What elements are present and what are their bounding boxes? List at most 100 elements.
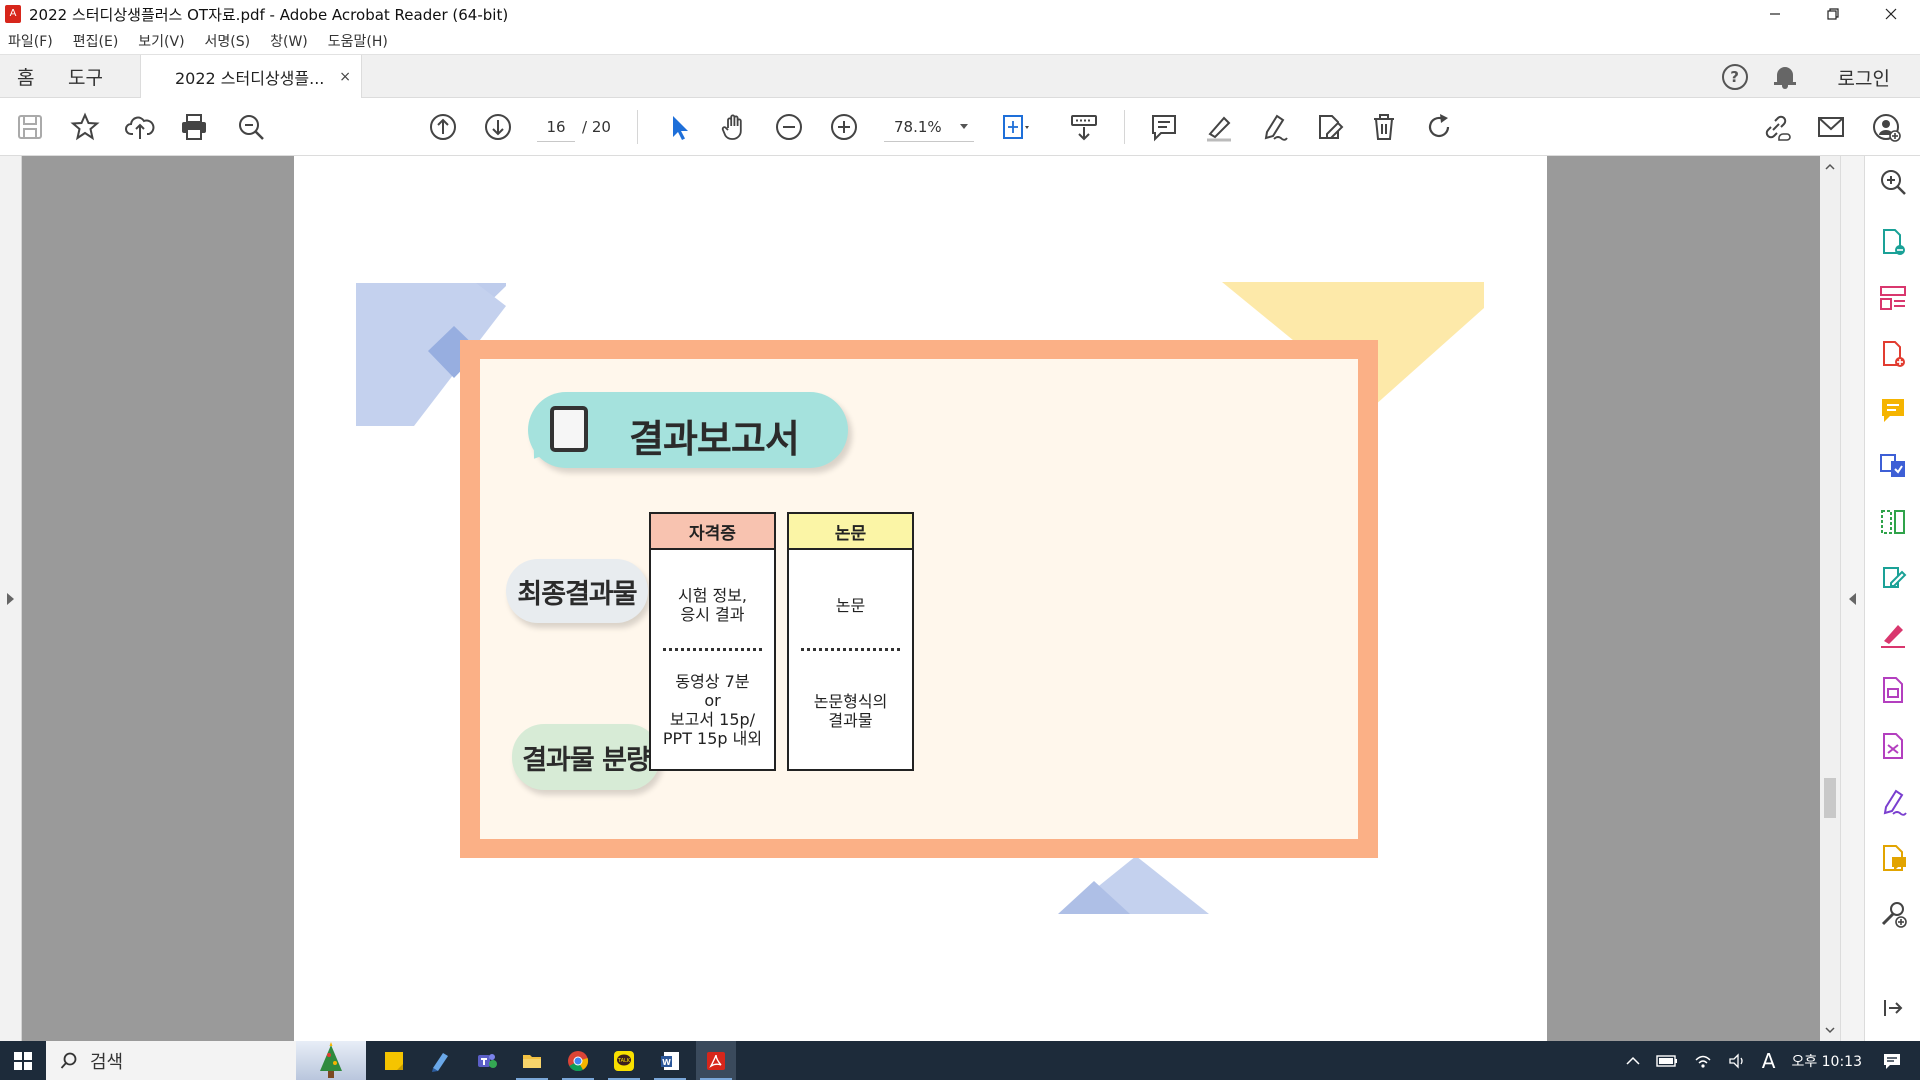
menu-window[interactable]: 창(W)	[270, 31, 308, 51]
word-icon[interactable]: W	[650, 1041, 690, 1080]
comment-icon[interactable]	[1877, 394, 1909, 426]
minimize-button[interactable]	[1746, 0, 1804, 28]
menu-file[interactable]: 파일(F)	[8, 31, 53, 51]
pdf-icon: A	[5, 5, 21, 23]
page-total: / 20	[582, 118, 611, 136]
comment-icon[interactable]	[1148, 111, 1180, 143]
toolbar-divider	[637, 110, 638, 144]
collapse-icon[interactable]	[1877, 992, 1909, 1024]
wifi-icon[interactable]	[1694, 1053, 1712, 1069]
more-tools-icon[interactable]	[1877, 898, 1909, 930]
chevron-left-icon	[1849, 593, 1856, 605]
restore-button[interactable]	[1804, 0, 1862, 28]
page-number-input[interactable]: 16	[537, 112, 575, 142]
add-user-icon[interactable]	[1870, 111, 1902, 143]
vertical-scrollbar[interactable]	[1820, 156, 1840, 1041]
search-highlight-image	[296, 1041, 366, 1080]
tab-close-icon[interactable]: ×	[339, 69, 351, 85]
prev-page-icon[interactable]	[427, 111, 459, 143]
compress-icon[interactable]	[1877, 506, 1909, 538]
select-arrow-icon[interactable]	[663, 111, 695, 143]
dotted-divider	[663, 648, 762, 651]
share-link-icon[interactable]	[1760, 111, 1792, 143]
sign-icon[interactable]	[1258, 111, 1290, 143]
battery-icon[interactable]	[1656, 1054, 1678, 1067]
delete-icon[interactable]	[1368, 111, 1400, 143]
zoom-level-select[interactable]: 78.1%	[884, 112, 974, 142]
close-button[interactable]	[1862, 0, 1920, 28]
save-icon[interactable]	[14, 111, 46, 143]
window-title: 2022 스터디상생플러스 OT자료.pdf - Adobe Acrobat R…	[29, 5, 509, 24]
chevron-up-icon[interactable]	[1626, 1056, 1640, 1066]
clock[interactable]: 오후 10:13	[1791, 1051, 1862, 1071]
rotate-icon[interactable]	[1423, 111, 1455, 143]
bubble-final-output: 최종결과물	[506, 559, 648, 623]
column-cell-content: 논문	[835, 596, 866, 615]
zoom-level-value: 78.1%	[894, 117, 942, 136]
tools-panel	[1864, 156, 1920, 1041]
menu-help[interactable]: 도움말(H)	[328, 31, 388, 51]
column-cell-amount: 논문형식의 결과물	[813, 692, 888, 730]
star-icon[interactable]	[69, 111, 101, 143]
menu-view[interactable]: 보기(V)	[138, 31, 184, 51]
acrobat-icon[interactable]	[696, 1041, 736, 1080]
column-certificate: 자격증 시험 정보, 응시 결과 동영상 7분 or 보고서 15p/ PPT …	[649, 512, 776, 771]
kakaotalk-icon[interactable]: TALK	[604, 1041, 644, 1080]
tab-document-label: 2022 스터디상생플...	[175, 69, 325, 88]
tab-document[interactable]: 2022 스터디상생플... ×	[140, 55, 362, 99]
protect-icon[interactable]	[1877, 674, 1909, 706]
email-icon[interactable]	[1815, 111, 1847, 143]
file-explorer-icon[interactable]	[512, 1041, 552, 1080]
column-header: 자격증	[651, 514, 774, 550]
combine-files-icon[interactable]	[1877, 450, 1909, 482]
notes-icon[interactable]	[420, 1041, 460, 1080]
title-bar: A 2022 스터디상생플러스 OT자료.pdf - Adobe Acrobat…	[0, 0, 1920, 28]
organize-pages-icon[interactable]	[1877, 282, 1909, 314]
edit-pdf-icon[interactable]	[1313, 111, 1345, 143]
ime-indicator[interactable]: A	[1762, 1049, 1776, 1073]
sticky-notes-icon[interactable]	[374, 1041, 414, 1080]
request-signature-icon[interactable]	[1877, 786, 1909, 818]
search-zoom-icon[interactable]	[235, 111, 267, 143]
hand-icon[interactable]	[718, 111, 750, 143]
start-button[interactable]	[0, 1041, 46, 1080]
zoom-in-icon[interactable]	[828, 111, 860, 143]
zoom-icon[interactable]	[1877, 166, 1909, 198]
volume-icon[interactable]	[1728, 1052, 1746, 1069]
fill-sign-icon[interactable]	[1877, 618, 1909, 650]
taskbar-search[interactable]: 검색	[46, 1041, 366, 1080]
edit-icon[interactable]	[1877, 562, 1909, 594]
notification-icon[interactable]	[1882, 1052, 1902, 1070]
pdf-page[interactable]: 결과보고서 최종결과물 결과물 분량 자격증 시험 정보, 응시 결과 동영상 …	[294, 156, 1547, 1041]
keyboard-scroll-icon[interactable]	[1068, 111, 1100, 143]
tab-tools[interactable]: 도구	[68, 63, 103, 90]
left-panel-toggle[interactable]	[0, 156, 22, 1041]
login-button[interactable]: 로그인	[1838, 64, 1890, 91]
menu-sign[interactable]: 서명(S)	[205, 31, 251, 51]
scrollbar-thumb[interactable]	[1824, 778, 1836, 818]
tab-home[interactable]: 홈	[17, 63, 34, 90]
export-pdf-icon[interactable]	[1877, 226, 1909, 258]
dotted-divider	[801, 648, 900, 651]
scroll-up-icon[interactable]	[1825, 162, 1835, 172]
create-pdf-icon[interactable]	[1877, 338, 1909, 370]
help-icon[interactable]: ?	[1721, 64, 1748, 90]
upload-icon[interactable]	[124, 111, 156, 143]
send-comments-icon[interactable]	[1877, 842, 1909, 874]
next-page-icon[interactable]	[482, 111, 514, 143]
right-panel-toggle[interactable]	[1840, 156, 1864, 1041]
zoom-out-icon[interactable]	[773, 111, 805, 143]
fit-page-icon[interactable]	[998, 111, 1030, 143]
highlight-icon[interactable]	[1203, 111, 1235, 143]
search-icon	[60, 1052, 77, 1069]
chrome-icon[interactable]	[558, 1041, 598, 1080]
print-icon[interactable]	[178, 111, 210, 143]
scroll-down-icon[interactable]	[1825, 1025, 1835, 1035]
chevron-down-icon	[960, 124, 968, 129]
search-label: 검색	[90, 1051, 124, 1073]
measure-icon[interactable]	[1877, 730, 1909, 762]
column-paper: 논문 논문 논문형식의 결과물	[787, 512, 914, 771]
menu-edit[interactable]: 편집(E)	[73, 31, 119, 51]
bell-icon[interactable]	[1773, 65, 1796, 89]
teams-icon[interactable]	[466, 1041, 506, 1080]
